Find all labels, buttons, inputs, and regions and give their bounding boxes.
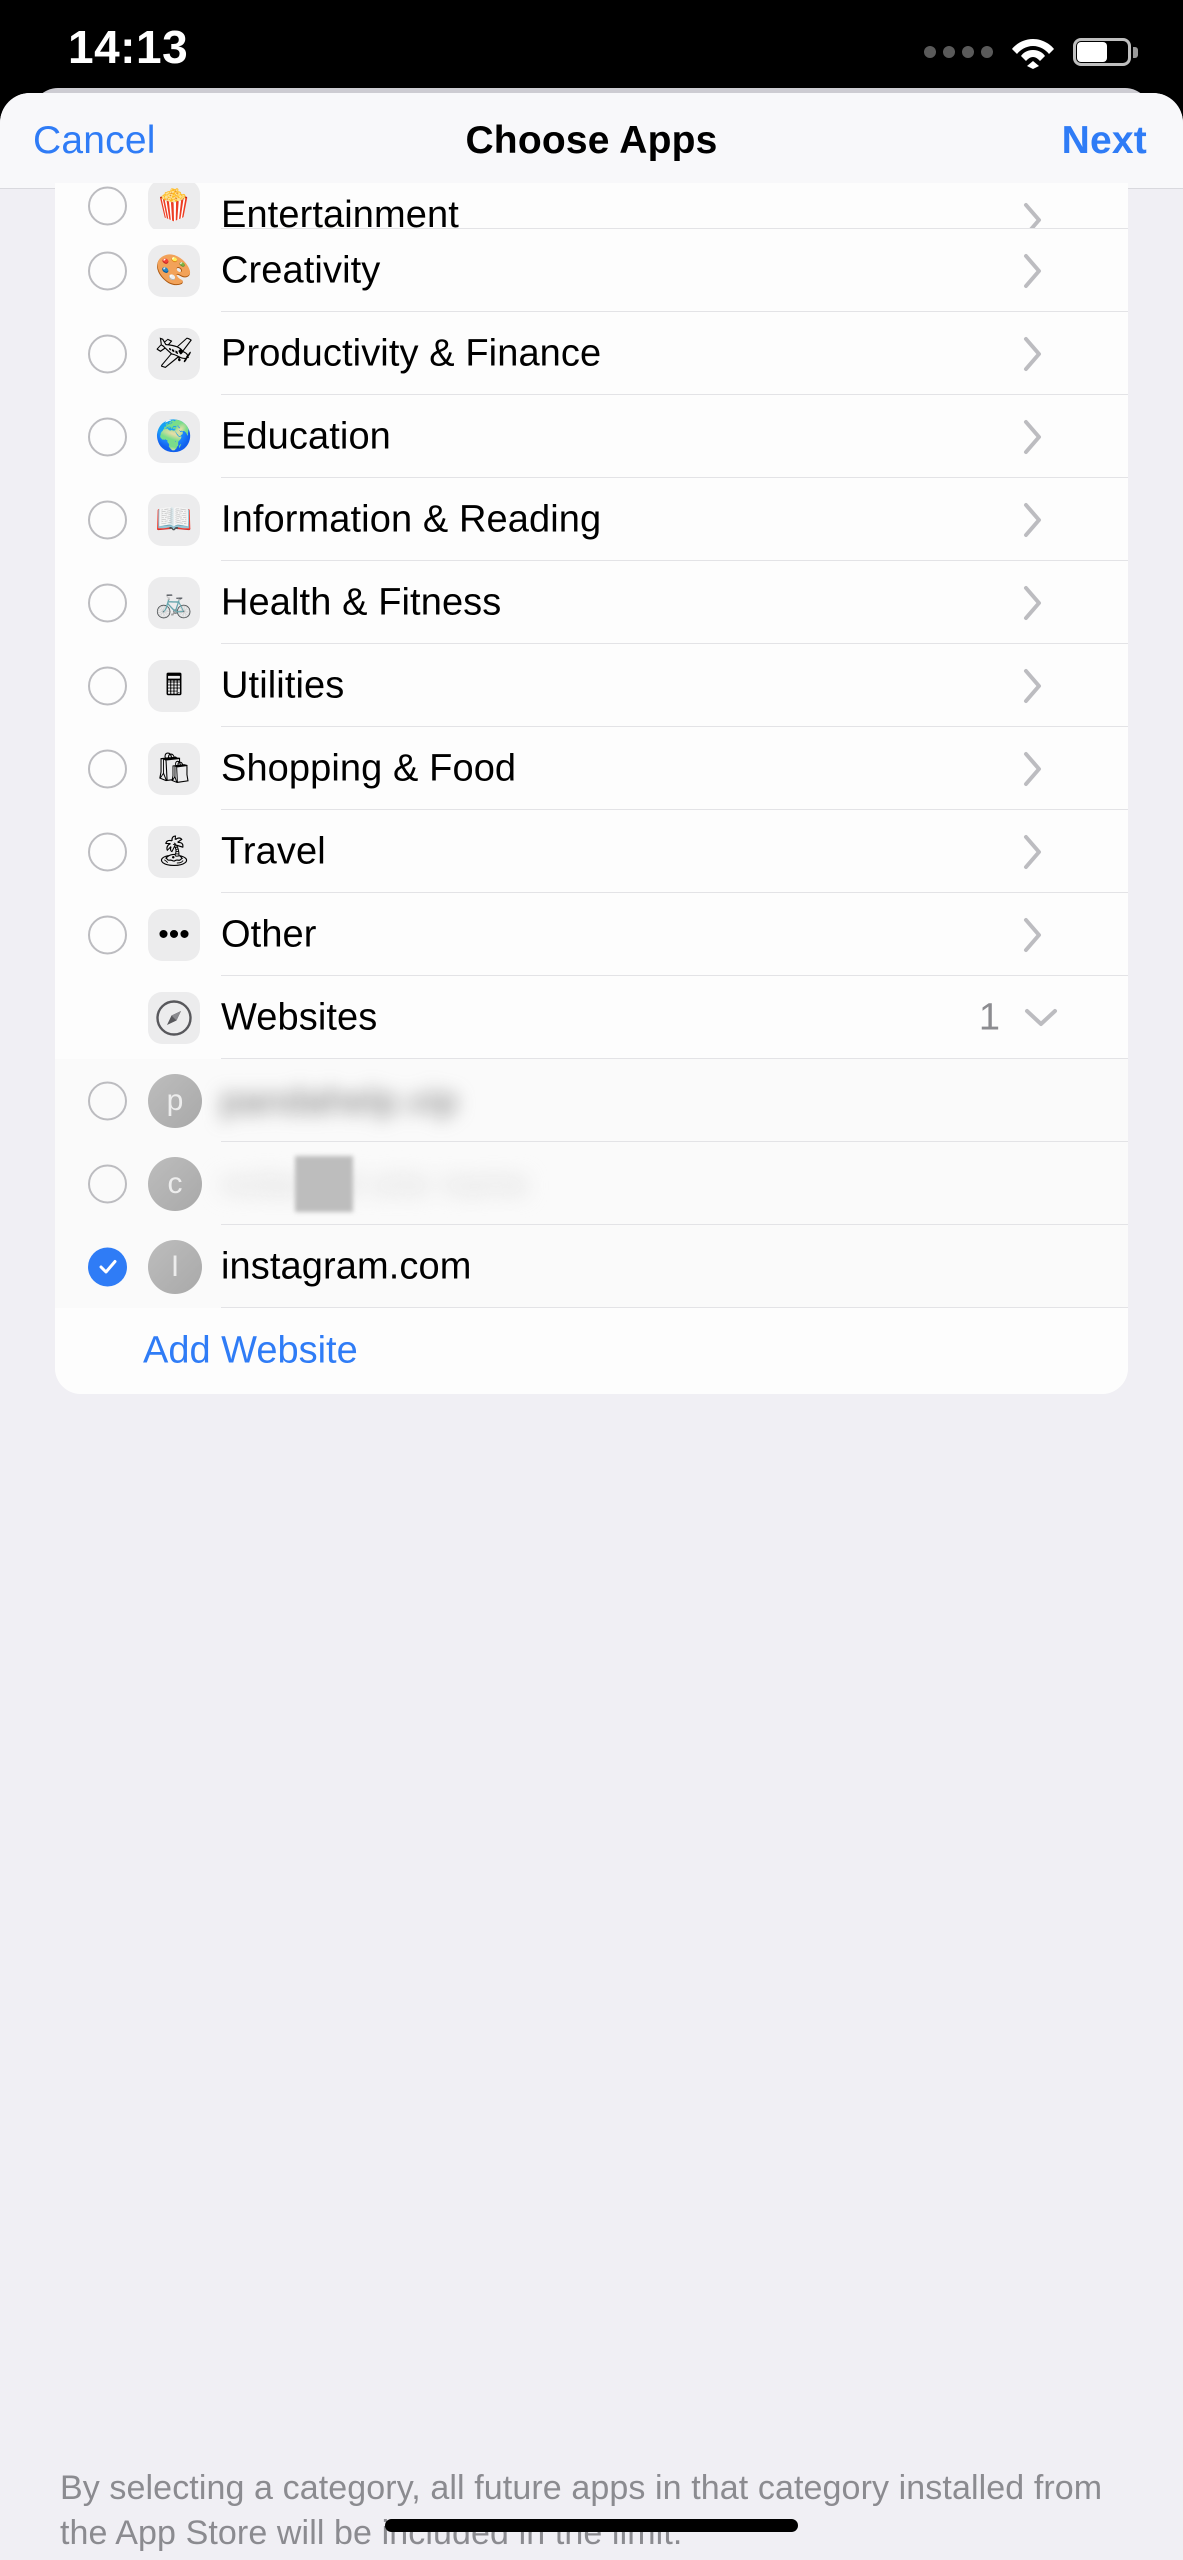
category-label: Productivity & Finance — [221, 332, 602, 374]
add-website-button[interactable]: Add Website — [143, 1330, 358, 1373]
category-checkbox[interactable] — [88, 186, 127, 226]
category-label: Travel — [221, 830, 326, 872]
status-bar-clock: 14:13 — [68, 21, 189, 73]
category-row[interactable]: ••• Other — [55, 893, 1128, 976]
category-row[interactable]: 🏝 Travel — [55, 810, 1128, 893]
chevron-right-icon[interactable] — [1022, 750, 1044, 788]
category-label: Shopping & Food — [221, 747, 517, 789]
category-label: Creativity — [221, 249, 381, 291]
redaction-box — [295, 1155, 353, 1212]
chevron-right-icon[interactable] — [1022, 501, 1044, 539]
category-checkbox[interactable] — [88, 251, 127, 290]
category-checkbox[interactable] — [88, 500, 127, 539]
category-label: Information & Reading — [221, 498, 602, 540]
category-row[interactable]: 🛩 Productivity & Finance — [55, 312, 1128, 395]
add-website-row[interactable]: Add Website — [55, 1308, 1128, 1394]
iphone-screen: 14:13 Cancel Choose Apps Next 🍿 Entertai… — [0, 0, 1183, 2560]
palette-icon: 🎨 — [148, 244, 200, 297]
wifi-icon — [1011, 35, 1055, 69]
category-row[interactable]: 📖 Information & Reading — [55, 478, 1128, 561]
signal-dots-icon — [924, 46, 993, 58]
website-checkbox[interactable] — [88, 1247, 127, 1286]
website-avatar: I — [148, 1239, 202, 1294]
redacted-website-label: redacted site name — [221, 1165, 530, 1201]
ellipsis-icon: ••• — [148, 908, 200, 961]
website-checkbox[interactable] — [88, 1164, 127, 1203]
category-row[interactable]: 🌍 Education — [55, 395, 1128, 478]
battery-icon — [1073, 38, 1138, 66]
status-bar-indicators — [924, 30, 1138, 74]
websites-count: 1 — [978, 996, 1000, 1038]
category-checkbox[interactable] — [88, 666, 127, 705]
sheet-navigation-bar: Cancel Choose Apps Next — [0, 93, 1183, 189]
bicycle-icon: 🚲 — [148, 576, 200, 629]
category-list: 🍿 Entertainment 🎨 Creativity 🛩 Productivity &… — [55, 183, 1128, 976]
category-checkbox[interactable] — [88, 417, 127, 456]
website-checkbox[interactable] — [88, 1081, 127, 1120]
chevron-right-icon[interactable] — [1022, 584, 1044, 622]
category-checkbox[interactable] — [88, 334, 127, 373]
category-checkbox[interactable] — [88, 583, 127, 622]
open-book-icon: 📖 — [148, 493, 200, 546]
safari-compass-icon — [148, 991, 200, 1044]
home-indicator — [385, 2519, 798, 2532]
websites-section-row[interactable]: Websites 1 — [55, 976, 1128, 1059]
globe-icon: 🌍 — [148, 410, 200, 463]
website-row[interactable]: c redacted site name — [55, 1142, 1128, 1225]
chevron-right-icon[interactable] — [1022, 335, 1044, 373]
website-avatar: p — [148, 1073, 202, 1128]
shopping-bag-icon: 🛍 — [148, 742, 200, 795]
status-bar: 14:13 — [0, 0, 1183, 88]
website-label: instagram.com — [221, 1245, 472, 1287]
category-row[interactable]: 🛍 Shopping & Food — [55, 727, 1128, 810]
popcorn-icon: 🍿 — [148, 183, 200, 232]
category-row[interactable]: 🎨 Creativity — [55, 229, 1128, 312]
category-checkbox[interactable] — [88, 832, 127, 871]
category-table-card: 🍿 Entertainment 🎨 Creativity 🛩 Productivity &… — [55, 183, 1128, 1394]
choose-apps-sheet: Cancel Choose Apps Next 🍿 Entertainment 🎨 C… — [0, 93, 1183, 2560]
category-checkbox[interactable] — [88, 915, 127, 954]
chevron-right-icon[interactable] — [1022, 418, 1044, 456]
chevron-right-icon[interactable] — [1022, 833, 1044, 871]
website-row[interactable]: Iinstagram.com — [55, 1225, 1128, 1308]
next-button[interactable]: Next — [1062, 93, 1147, 189]
footer-note: By selecting a category, all future apps… — [60, 2469, 1103, 2552]
category-row[interactable]: 🖩 Utilities — [55, 644, 1128, 727]
chevron-right-icon[interactable] — [1022, 916, 1044, 954]
websites-label: Websites — [221, 996, 378, 1038]
category-label: Utilities — [221, 664, 345, 706]
chevron-right-icon[interactable] — [1022, 252, 1044, 290]
category-row[interactable]: 🚲 Health & Fitness — [55, 561, 1128, 644]
chevron-down-icon[interactable] — [1024, 1007, 1058, 1029]
category-label: Other — [221, 913, 317, 955]
website-list: p pandahelp.vip c redacted site name Iinstag… — [55, 1059, 1128, 1308]
page-title: Choose Apps — [465, 119, 718, 162]
calculator-icon: 🖩 — [148, 659, 200, 712]
chevron-right-icon[interactable] — [1022, 667, 1044, 705]
category-checkbox[interactable] — [88, 749, 127, 788]
island-icon: 🏝 — [148, 825, 200, 878]
category-label: Health & Fitness — [221, 581, 502, 623]
paper-plane-icon: 🛩 — [148, 327, 200, 380]
website-row[interactable]: p pandahelp.vip — [55, 1059, 1128, 1142]
website-avatar: c — [148, 1156, 202, 1211]
scroll-content[interactable]: 🍿 Entertainment 🎨 Creativity 🛩 Productivity &… — [0, 183, 1183, 2560]
category-label: Education — [221, 415, 391, 457]
category-row[interactable]: 🍿 Entertainment — [55, 183, 1128, 237]
redacted-website-label: pandahelp.vip — [221, 1079, 459, 1121]
